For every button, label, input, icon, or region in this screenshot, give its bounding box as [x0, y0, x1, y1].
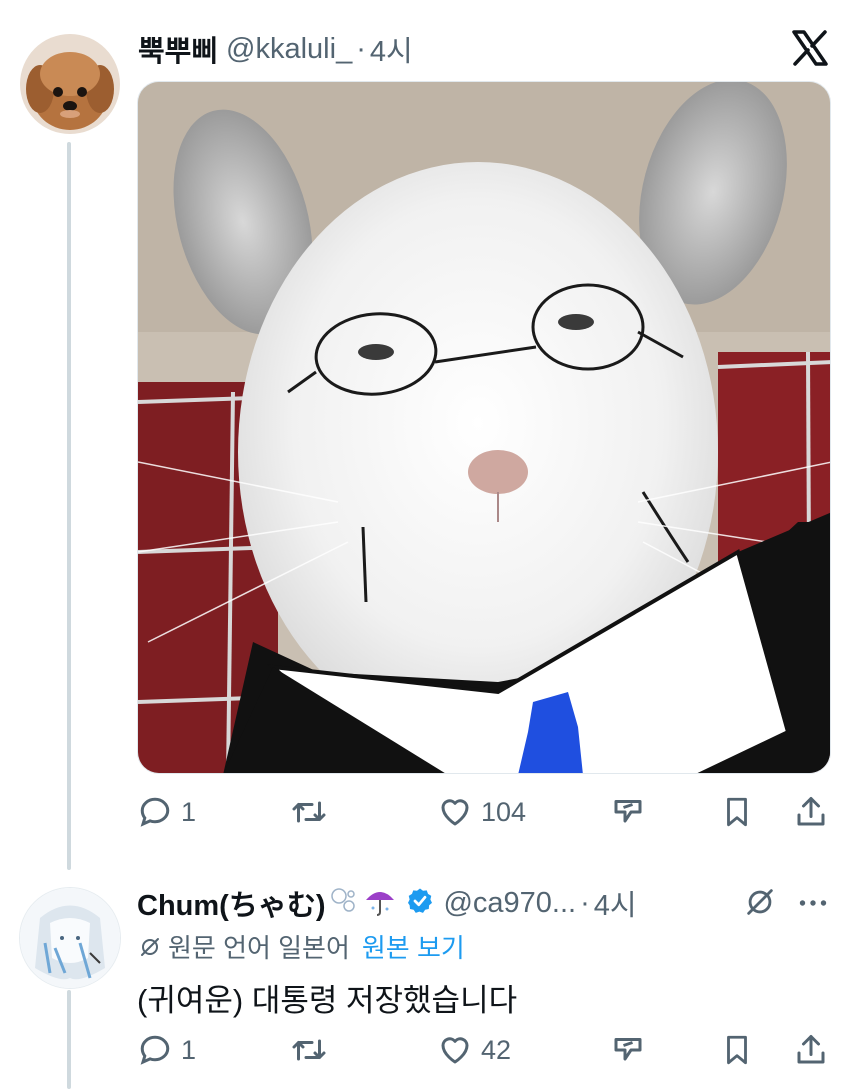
reply-header: Chum(ちゃむ) @ca970... · 4시: [137, 882, 637, 924]
heart-icon: [441, 799, 469, 826]
reply-handle[interactable]: @ca970...: [443, 887, 576, 920]
tweet-time[interactable]: 4시: [370, 28, 413, 70]
retweet-button[interactable]: [290, 1032, 328, 1068]
thread-line-lower: [67, 990, 71, 1089]
like-count: 104: [481, 796, 527, 827]
author-handle[interactable]: @kkaluli_: [226, 33, 352, 66]
retweet-icon: [292, 1039, 326, 1061]
x-logo-icon[interactable]: [790, 28, 830, 68]
bookmark-button[interactable]: [720, 794, 754, 830]
show-original-link[interactable]: 원본 보기: [362, 928, 465, 965]
bookmark-icon: [727, 1035, 747, 1065]
like-count: 42: [481, 1034, 512, 1065]
reply-count: 1: [181, 796, 197, 827]
avatar[interactable]: [20, 34, 120, 134]
like-button[interactable]: 104: [437, 794, 526, 830]
umbrella-icon: [363, 884, 397, 923]
tweet-actions: 1 104: [137, 794, 831, 840]
share-button[interactable]: [793, 794, 829, 830]
verified-badge-icon: [405, 886, 435, 921]
reply-icon: [140, 1035, 170, 1065]
reply-avatar[interactable]: [19, 887, 121, 989]
tweet-header: 뿍뿌삐 @kkaluli_ · 4시: [138, 28, 413, 70]
reply-time[interactable]: 4시: [594, 882, 637, 924]
reply-button[interactable]: 1: [137, 794, 196, 830]
translation-notice: 원문 언어 일본어 원본 보기: [138, 928, 465, 965]
reply-author-name[interactable]: Chum(ちゃむ): [137, 882, 325, 924]
grok-button[interactable]: [610, 1032, 646, 1068]
grok-icon: [614, 800, 642, 823]
bookmark-button[interactable]: [720, 1032, 754, 1068]
author-name[interactable]: 뿍뿌삐: [138, 28, 218, 70]
grok-icon: [614, 1038, 642, 1061]
reply-count: 1: [181, 1034, 197, 1065]
reply-actions: 1 42: [137, 1032, 831, 1078]
translate-note: 원문 언어 일본어: [168, 933, 350, 963]
retweet-button[interactable]: [290, 794, 328, 830]
retweet-icon: [292, 801, 326, 823]
translate-toggle-icon[interactable]: [743, 885, 777, 919]
share-icon: [797, 1035, 825, 1064]
share-icon: [797, 797, 825, 826]
more-icon[interactable]: [795, 885, 831, 921]
thread-line: [67, 142, 71, 870]
bookmark-icon: [727, 797, 747, 827]
like-button[interactable]: 42: [437, 1032, 511, 1068]
reply-button[interactable]: 1: [137, 1032, 196, 1068]
separator-dot: ·: [356, 32, 366, 65]
tweet-image[interactable]: [137, 81, 831, 774]
translate-icon: [141, 937, 159, 956]
grok-button[interactable]: [610, 794, 646, 830]
share-button[interactable]: [793, 1032, 829, 1068]
separator-dot: ·: [580, 886, 590, 919]
reply-text: (귀여운) 대통령 저장했습니다: [137, 983, 518, 1018]
reply-icon: [140, 797, 170, 827]
bubbles-icon: [329, 886, 359, 921]
heart-icon: [441, 1037, 469, 1064]
